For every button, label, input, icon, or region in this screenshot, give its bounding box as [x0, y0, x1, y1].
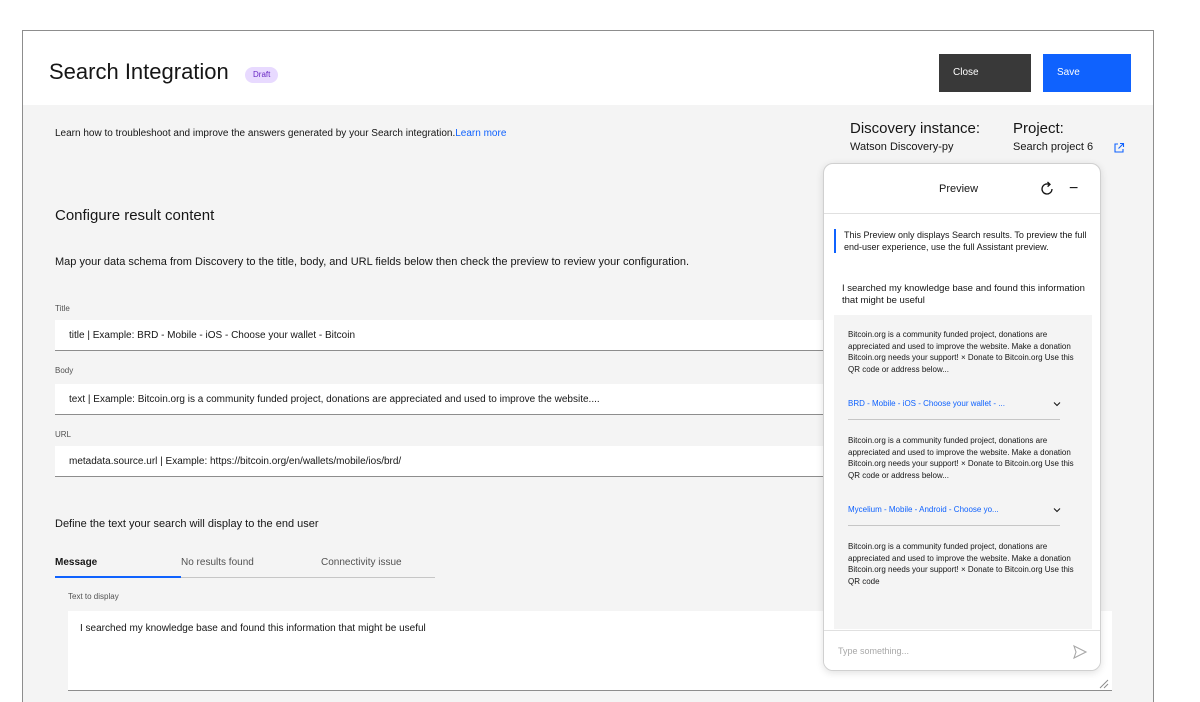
assistant-reply: I searched my knowledge base and found t…	[842, 283, 1085, 306]
message-tabs: Message No results found Connectivity is…	[55, 551, 435, 578]
chevron-down-icon[interactable]	[1052, 505, 1062, 515]
project-value: Search project 6	[1013, 141, 1094, 153]
preview-note: This Preview only displays Search result…	[834, 229, 1092, 253]
body-field-label: Body	[55, 366, 74, 375]
result-link[interactable]: BRD - Mobile - iOS - Choose your wallet …	[848, 399, 1060, 408]
url-field[interactable]: metadata.source.url | Example: https://b…	[55, 446, 855, 477]
result-divider	[848, 419, 1060, 420]
url-field-label: URL	[55, 430, 72, 439]
intro-text: Learn how to troubleshoot and improve th…	[55, 128, 506, 139]
preview-header: Preview −	[824, 164, 1100, 214]
preview-title: Preview	[939, 183, 979, 195]
external-link-icon[interactable]	[1113, 142, 1125, 154]
tab-message-label: Message	[55, 557, 98, 568]
result-text: Bitcoin.org is a community funded projec…	[848, 330, 1074, 374]
result-divider	[848, 525, 1060, 526]
result-text: Bitcoin.org is a community funded projec…	[848, 436, 1074, 480]
close-button[interactable]: Close	[939, 54, 1031, 92]
result-text: Bitcoin.org is a community funded projec…	[848, 542, 1074, 586]
body-field[interactable]: text | Example: Bitcoin.org is a communi…	[55, 384, 855, 415]
refresh-icon[interactable]	[1038, 180, 1056, 198]
page-title: Search Integration	[49, 59, 229, 84]
resize-handle-icon[interactable]	[1099, 679, 1109, 689]
search-results: Bitcoin.org is a community funded projec…	[834, 315, 1092, 629]
minimize-icon[interactable]: −	[1069, 180, 1078, 198]
configure-section-title: Configure result content	[55, 207, 215, 224]
integration-page: Search Integration Draft Close Save Lear…	[22, 30, 1154, 702]
discovery-instance-value: Watson Discovery-py	[850, 141, 954, 153]
tab-message[interactable]: Message	[55, 551, 181, 578]
message-placeholder: Type something...	[838, 646, 910, 656]
tab-connectivity[interactable]: Connectivity issue	[321, 551, 435, 578]
preview-message-input[interactable]: Type something...	[824, 630, 1100, 670]
title-field-label: Title	[55, 304, 70, 313]
project-label: Project:	[1013, 120, 1064, 137]
status-badge: Draft	[245, 67, 279, 83]
preview-panel: Preview − This Preview only displays Sea…	[823, 163, 1101, 671]
define-section-title: Define the text your search will display…	[55, 518, 319, 530]
preview-conversation: This Preview only displays Search result…	[824, 215, 1100, 629]
chevron-down-icon[interactable]	[1052, 399, 1062, 409]
title-field[interactable]: title | Example: BRD - Mobile - iOS - Ch…	[55, 320, 855, 351]
tab-no-results-label: No results found	[181, 557, 254, 568]
learn-more-link[interactable]: Learn more	[455, 128, 506, 139]
tab-connectivity-label: Connectivity issue	[321, 557, 402, 568]
intro-description: Learn how to troubleshoot and improve th…	[55, 128, 456, 139]
send-icon[interactable]	[1072, 644, 1088, 660]
discovery-instance-label: Discovery instance:	[850, 120, 981, 137]
save-button[interactable]: Save	[1043, 54, 1131, 92]
page-header: Search Integration Draft Close Save	[23, 31, 1153, 105]
configure-description: Map your data schema from Discovery to t…	[55, 256, 690, 268]
tab-no-results[interactable]: No results found	[181, 551, 321, 578]
text-to-display-label: Text to display	[68, 592, 119, 601]
result-link[interactable]: Mycelium - Mobile - Android - Choose yo.…	[848, 505, 1060, 514]
